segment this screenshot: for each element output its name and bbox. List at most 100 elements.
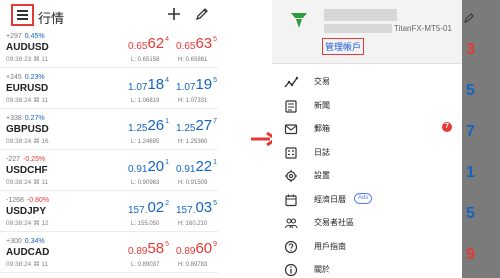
ask-price-head: 0.91 (176, 164, 196, 175)
bid-price[interactable]: 0.89585 (128, 241, 169, 257)
menu-item-label: 用戶指南 (314, 241, 346, 251)
bid-price[interactable]: 0.91201 (128, 159, 169, 175)
mail-icon (284, 124, 298, 135)
bid-price-fraction: 4 (165, 77, 170, 84)
edit-pencil-icon (464, 13, 474, 23)
info-icon (284, 263, 298, 277)
change-text: +300 0.34% (6, 238, 45, 245)
bid-price[interactable]: 0.65624 (128, 36, 169, 52)
quote-row[interactable]: -227 -0.25% USDCHF 09:38:24 ⌘ 11 0.91201 … (0, 153, 218, 191)
ask-price-head: 1.07 (176, 82, 196, 93)
ask-price-head: 0.89 (176, 246, 196, 257)
low-price: L: 0.90963 (131, 180, 160, 186)
quote-row[interactable]: +245 0.23% EURUSD 09:38:24 ⌘ 11 1.07184 1… (0, 71, 218, 109)
menu-item-label: 交易者社區 (314, 218, 354, 227)
quote-time: 09:38:24 ⌘ 11 (6, 179, 49, 186)
change-percent: 0.27% (24, 115, 45, 122)
symbol-name: USDJPY (6, 206, 47, 217)
quote-row[interactable]: +297 0.45% AUDUSD 09:38:23 ⌘ 11 0.65624 0… (0, 30, 218, 68)
symbol-name: GBPUSD (6, 124, 49, 135)
page-title: 行情 (38, 11, 65, 26)
help-icon (284, 240, 298, 253)
ask-price[interactable]: 0.91221 (176, 159, 217, 175)
bid-price-fraction: 1 (165, 118, 170, 125)
bid-price-head: 1.25 (128, 123, 148, 134)
bid-price-head: 0.91 (128, 164, 148, 175)
menu-item-6[interactable]: 經濟日曆 Ads (272, 188, 462, 212)
menu-item-label: 新聞 (314, 100, 330, 110)
unread-badge: 7 (442, 122, 452, 132)
quote-row[interactable]: -1268 -0.80% USDJPY 09:38:24 ⌘ 12 157.022… (0, 194, 218, 232)
change-percent: -0.25% (23, 156, 46, 163)
symbol-name: USDCHF (6, 165, 48, 176)
quotes-toolbar: 行情 (0, 0, 218, 30)
high-price: H: 0.89783 (178, 262, 208, 268)
bid-price[interactable]: 157.022 (128, 200, 169, 216)
ask-price-head: 1.25 (176, 123, 196, 134)
menu-item-7[interactable]: 交易者社區 (272, 211, 462, 235)
edit-pencil-icon[interactable] (194, 6, 210, 22)
ask-price[interactable]: 0.65635 (176, 36, 217, 52)
ask-price[interactable]: 0.89609 (176, 241, 217, 257)
account-header: TitanFX-MT5-01 管理帳戶 (272, 0, 462, 64)
ask-price-head: 157. (176, 205, 196, 216)
account-name-redacted (324, 9, 397, 21)
bid-price-fraction: 2 (165, 200, 170, 207)
ask-price-fraction: 5 (213, 77, 218, 84)
menu-item-8[interactable]: 用戶指南 (272, 235, 462, 259)
quote-time: 09:38:23 ⌘ 11 (6, 56, 49, 63)
menu-item-5[interactable]: 設置 (272, 164, 462, 188)
menu-item-4[interactable]: 日誌 (272, 141, 462, 165)
change-percent: 0.45% (24, 33, 45, 40)
quotes-screen: 行情 +297 0.45% AUDUSD 09:38:23 ⌘ 11 0.6562… (0, 0, 218, 278)
change-text: +245 0.23% (6, 74, 45, 81)
trade-chart-icon (284, 76, 298, 88)
menu-item-2[interactable]: 新聞 (272, 94, 462, 118)
quote-row[interactable]: +338 0.27% GBPUSD 09:38:24 ⌘ 16 1.25261 1… (0, 112, 218, 150)
bid-price-pips: 58 (147, 240, 165, 257)
change-text: +338 0.27% (6, 115, 45, 122)
menu-item-1[interactable]: 交易 (272, 70, 462, 94)
menu-item-label: 交易 (314, 77, 330, 86)
change-points: +338 (6, 115, 22, 122)
menu-item-label: 郵箱 (314, 124, 330, 133)
ask-price[interactable]: 1.25277 (176, 118, 217, 134)
add-icon[interactable] (166, 6, 182, 22)
quote-row[interactable]: +300 0.34% AUDCAD 09:38:24 ⌘ 11 0.89585 0… (0, 235, 218, 273)
menu-item-9[interactable]: 關於 (272, 258, 462, 278)
ask-price[interactable]: 157.035 (176, 200, 217, 216)
background-digit: 5 (466, 205, 475, 222)
ask-price-pips: 60 (195, 240, 213, 257)
navigation-drawer: TitanFX-MT5-01 管理帳戶 交易 新聞 郵箱 7 日誌 設置 經濟日曆… (272, 0, 462, 278)
ask-price-head: 0.65 (176, 41, 196, 52)
manage-account-link[interactable]: 管理帳戶 (322, 38, 365, 55)
background-digit: 1 (466, 164, 475, 181)
hamburger-menu-button[interactable] (11, 4, 34, 26)
ask-price-pips: 63 (195, 35, 213, 52)
high-price: H: 160.210 (178, 221, 208, 227)
ask-price-pips: 27 (195, 117, 213, 134)
calendar-icon (285, 194, 297, 206)
bid-price-pips: 18 (147, 76, 165, 93)
bid-price[interactable]: 1.25261 (128, 118, 169, 134)
account-server: TitanFX-MT5-01 (394, 24, 452, 33)
high-price: H: 1.07331 (178, 98, 208, 104)
bid-price-fraction: 1 (165, 159, 170, 166)
ask-price[interactable]: 1.07195 (176, 77, 217, 93)
bid-price-pips: 02 (147, 199, 165, 216)
bid-price-head: 1.07 (128, 82, 148, 93)
symbol-name: EURUSD (6, 83, 49, 94)
change-percent: 0.23% (24, 74, 45, 81)
low-price: L: 0.65158 (131, 57, 160, 63)
change-points: +297 (6, 33, 22, 40)
bid-price-pips: 26 (147, 117, 165, 134)
high-price: H: 0.65861 (178, 57, 208, 63)
menu-item-label: 經濟日曆 (314, 194, 346, 204)
menu-item-3[interactable]: 郵箱 7 (272, 117, 462, 141)
bid-price-head: 0.89 (128, 246, 148, 257)
background-digit: 7 (466, 123, 475, 140)
low-price: L: 0.89037 (131, 262, 160, 268)
bid-price[interactable]: 1.07184 (128, 77, 169, 93)
ask-price-pips: 22 (195, 158, 213, 175)
bid-price-pips: 20 (147, 158, 165, 175)
